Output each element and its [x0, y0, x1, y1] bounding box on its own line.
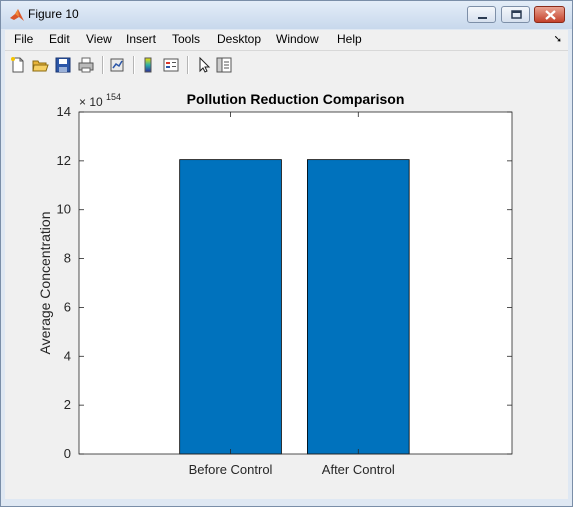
- x-tick-label: Before Control: [189, 462, 273, 477]
- y-axis-label: Average Concentration: [37, 212, 53, 355]
- y-tick-label: 2: [64, 397, 71, 412]
- y-exponent-power: 154: [106, 92, 121, 102]
- open-file-icon[interactable]: [31, 56, 49, 74]
- y-tick-label: 12: [57, 153, 71, 168]
- y-tick-label: 14: [57, 104, 71, 119]
- figure-toolbar: [5, 50, 568, 80]
- y-tick-label: 8: [64, 251, 71, 266]
- property-inspector-icon[interactable]: [215, 56, 233, 74]
- menu-bar: File Edit View Insert Tools Desktop Wind…: [5, 30, 568, 50]
- title-bar[interactable]: Figure 10: [1, 1, 572, 29]
- close-button[interactable]: [534, 6, 565, 23]
- chart-title: Pollution Reduction Comparison: [187, 91, 405, 107]
- colorbar-icon[interactable]: [139, 56, 157, 74]
- figure-canvas: 0 2 4 6 8 10 12 14 Before Control After Control …: [5, 79, 568, 499]
- save-icon[interactable]: [54, 56, 72, 74]
- minimize-icon: [478, 17, 487, 19]
- y-tick-label: 10: [57, 202, 71, 217]
- minimize-button[interactable]: [467, 6, 496, 23]
- x-tick-label: After Control: [322, 462, 395, 477]
- y-tick-label: 0: [64, 446, 71, 461]
- menu-dock-arrow-icon[interactable]: ➘: [554, 34, 562, 45]
- legend-icon[interactable]: [162, 56, 180, 74]
- menu-view[interactable]: View: [86, 32, 112, 46]
- close-icon: [545, 10, 556, 20]
- menu-desktop[interactable]: Desktop: [217, 32, 261, 46]
- axes-background[interactable]: [79, 112, 512, 454]
- print-icon[interactable]: [77, 56, 95, 74]
- maximize-icon: [511, 10, 522, 19]
- menu-tools[interactable]: Tools: [172, 32, 200, 46]
- pointer-icon[interactable]: [195, 56, 213, 74]
- figure-window: Figure 10 File Edit View Insert Tools De…: [0, 0, 573, 507]
- y-exponent-base: × 10: [79, 95, 103, 109]
- menu-file[interactable]: File: [14, 32, 33, 46]
- toolbar-separator: [187, 56, 189, 74]
- new-figure-icon[interactable]: [9, 56, 27, 74]
- matlab-logo-icon: [10, 9, 24, 21]
- link-plot-icon[interactable]: [108, 56, 126, 74]
- menu-insert[interactable]: Insert: [126, 32, 156, 46]
- menu-window[interactable]: Window: [276, 32, 319, 46]
- menu-edit[interactable]: Edit: [49, 32, 70, 46]
- maximize-button[interactable]: [501, 6, 530, 23]
- bar[interactable]: [307, 159, 410, 455]
- toolbar-separator: [133, 56, 135, 74]
- y-tick-label: 4: [64, 348, 71, 363]
- bar[interactable]: [179, 159, 282, 455]
- window-title: Figure 10: [28, 7, 79, 21]
- bar-chart: 02468101214 Before Control After Control …: [37, 91, 513, 477]
- y-tick-label: 6: [64, 299, 71, 314]
- toolbar-separator: [102, 56, 104, 74]
- menu-help[interactable]: Help: [337, 32, 362, 46]
